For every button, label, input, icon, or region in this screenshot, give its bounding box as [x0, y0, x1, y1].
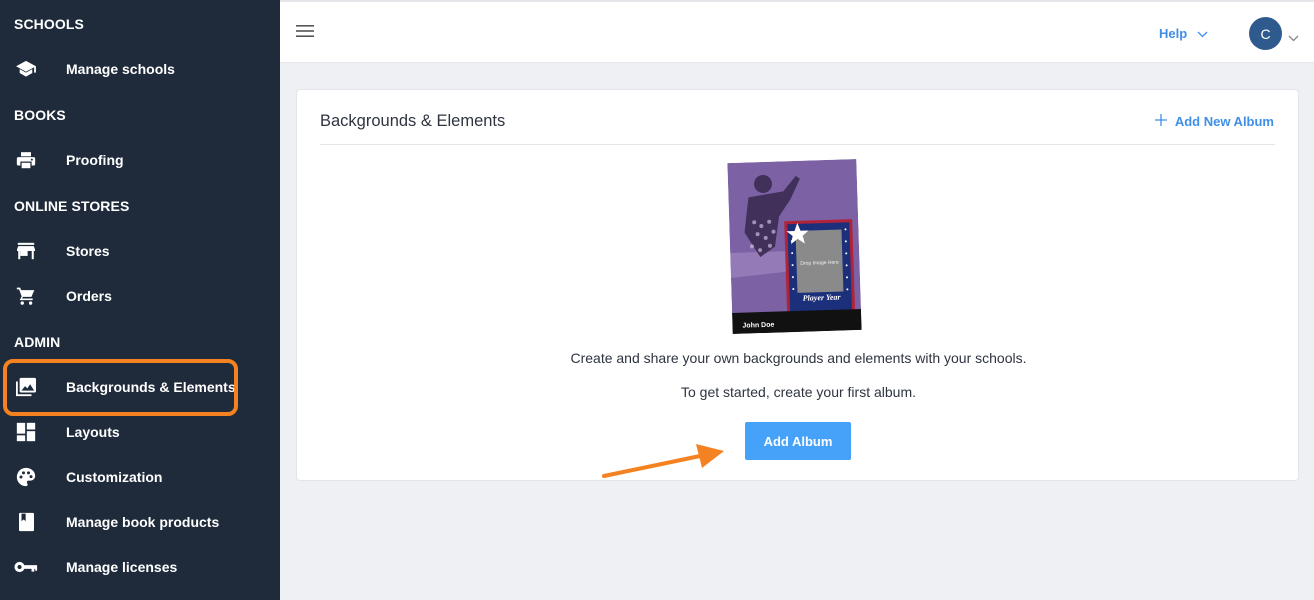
albums-card: Backgrounds & Elements Add New Album Dro…: [296, 89, 1299, 481]
sample-album-thumbnail: Drop Image Here Player Year John Doe: [727, 159, 862, 334]
store-icon: [14, 239, 38, 263]
name-text: John Doe: [742, 322, 774, 330]
help-menu[interactable]: Help: [1159, 26, 1208, 41]
section-title-books: BOOKS: [14, 107, 66, 123]
sidebar-item-manage-schools[interactable]: Manage schools: [0, 49, 280, 89]
divider: [320, 144, 1275, 145]
sidebar-item-manage-licenses[interactable]: Manage licenses: [0, 547, 280, 587]
sidebar-item-stores[interactable]: Stores: [0, 231, 280, 271]
printer-icon: [14, 148, 38, 172]
sidebar-item-customization[interactable]: Customization: [0, 457, 280, 497]
sidebar-item-orders[interactable]: Orders: [0, 276, 280, 316]
hamburger-menu-icon[interactable]: [296, 24, 316, 40]
avatar[interactable]: C: [1249, 17, 1282, 50]
sidebar-item-proofing[interactable]: Proofing: [0, 140, 280, 180]
book-icon: [14, 510, 38, 534]
sidebar-item-label: Manage schools: [66, 61, 175, 77]
add-album-button[interactable]: Add Album: [745, 422, 851, 460]
graduation-cap-icon: [14, 57, 38, 81]
key-icon: [14, 555, 38, 579]
sidebar-item-label: Manage licenses: [66, 559, 178, 575]
palette-icon: [14, 465, 38, 489]
sidebar-item-label: Customization: [66, 469, 163, 485]
add-new-album-label: Add New Album: [1174, 114, 1274, 129]
empty-state-hint: To get started, create your first album.: [681, 384, 916, 400]
section-title-admin: ADMIN: [14, 334, 61, 350]
sidebar-item-label: Proofing: [66, 152, 124, 168]
sidebar-item-label: Layouts: [66, 424, 120, 440]
chevron-down-icon: [1197, 26, 1208, 41]
sidebar-item-label: Orders: [66, 288, 112, 304]
sidebar-item-manage-book-products[interactable]: Manage book products: [0, 502, 280, 542]
active-item-highlight: [3, 359, 238, 416]
sidebar: SCHOOLS Manage schools BOOKS Proofing ON…: [0, 0, 280, 600]
drop-image-text: Drop Image Here: [800, 260, 839, 267]
section-title-online-stores: ONLINE STORES: [14, 198, 130, 214]
cart-icon: [14, 284, 38, 308]
player-year-badge: Player Year: [803, 293, 842, 303]
add-new-album-link[interactable]: Add New Album: [1154, 114, 1274, 129]
page-title: Backgrounds & Elements: [320, 112, 506, 130]
plus-icon: [1154, 114, 1167, 129]
annotation-arrow: [602, 444, 724, 478]
section-title-schools: SCHOOLS: [14, 16, 84, 32]
sidebar-item-layouts[interactable]: Layouts: [0, 412, 280, 452]
help-label: Help: [1159, 26, 1188, 41]
empty-state-description: Create and share your own backgrounds an…: [570, 350, 1027, 366]
chevron-down-icon[interactable]: [1288, 29, 1299, 47]
sidebar-item-label: Stores: [66, 243, 110, 259]
topbar: Help C: [280, 0, 1314, 63]
sidebar-item-label: Manage book products: [66, 514, 220, 530]
dashboard-icon: [14, 420, 38, 444]
